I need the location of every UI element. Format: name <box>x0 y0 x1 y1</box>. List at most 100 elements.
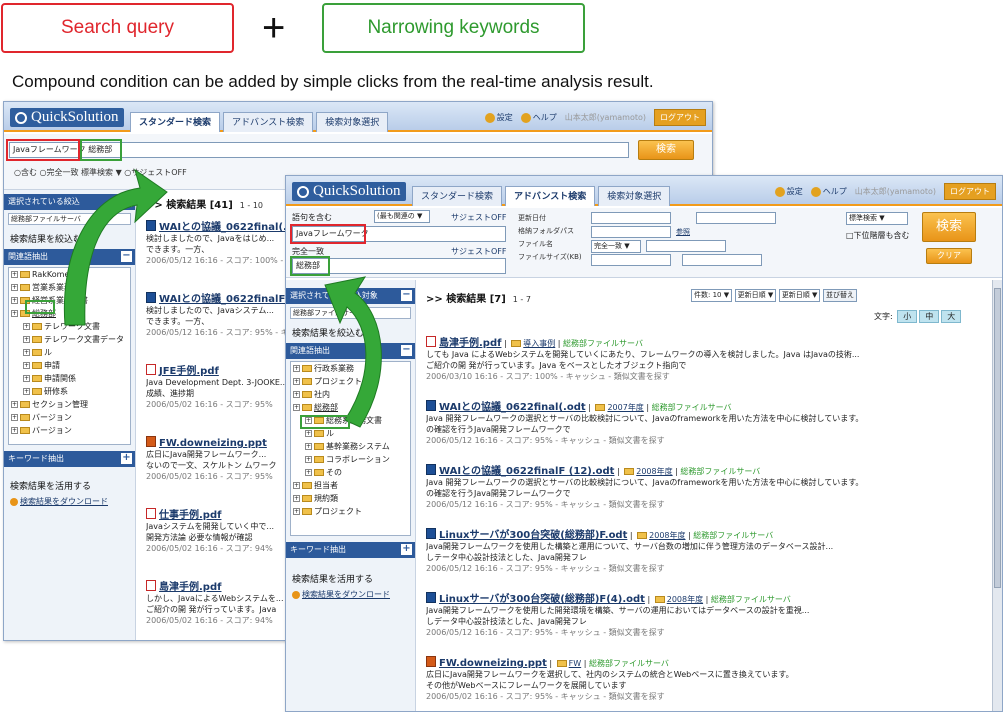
file-icon <box>426 400 436 411</box>
result-title-link[interactable]: 島津手例.pdf <box>159 582 221 593</box>
filename-input[interactable] <box>646 240 726 252</box>
result-title-link[interactable]: 仕事手例.pdf <box>159 510 221 521</box>
result-item: FW.downeizing.ppt | FW | 総務部ファイルサーバ 広日にJa… <box>426 656 986 702</box>
search-button[interactable]: 検索 <box>638 140 694 160</box>
expand-icon[interactable]: + <box>293 404 300 411</box>
expand-icon[interactable]: + <box>23 323 30 330</box>
tree-node[interactable]: + セクション管理 <box>9 398 130 411</box>
font-medium-button[interactable]: 中 <box>919 310 940 323</box>
expand-icon[interactable]: + <box>293 508 300 515</box>
tree-node[interactable]: + プロジェクト <box>291 505 410 518</box>
tree-node[interactable]: + 申請関係 <box>9 372 130 385</box>
expand-icon[interactable]: + <box>305 443 312 450</box>
suggest-off-link-2[interactable]: サジェストOFF <box>451 246 507 257</box>
expand-icon[interactable]: + <box>401 544 412 555</box>
sort-select-1[interactable]: 更新日順 ▼ <box>734 289 777 302</box>
expand-icon[interactable]: + <box>11 271 18 278</box>
date-to-input[interactable] <box>696 212 776 224</box>
settings-link[interactable]: 設定 <box>774 186 803 197</box>
expand-icon[interactable]: + <box>293 378 300 385</box>
tree-node[interactable]: + バージョン <box>9 424 130 437</box>
logout-button[interactable]: ログアウト <box>944 183 996 200</box>
expand-icon[interactable]: + <box>23 388 30 395</box>
result-title-link[interactable]: 島津手例.pdf <box>439 338 501 349</box>
result-title-link[interactable]: Linuxサーバが300台突破(総務部)F(4).odt <box>439 594 645 605</box>
file-icon <box>146 436 156 447</box>
download-results-link[interactable]: 検索結果をダウンロード <box>286 589 415 600</box>
include-sub-checkbox[interactable]: □下位階層も含む <box>846 230 910 241</box>
expand-icon[interactable]: + <box>11 414 18 421</box>
date-from-input[interactable] <box>591 212 671 224</box>
expand-icon[interactable]: + <box>293 365 300 372</box>
result-title-link[interactable]: WAIとの協議_0622finalF (12).odt <box>439 466 614 477</box>
result-folder-link[interactable]: 2008年度 <box>636 467 672 476</box>
expand-icon[interactable]: + <box>23 375 30 382</box>
tree-node[interactable]: + 基幹業務システム <box>291 440 410 453</box>
tree-node[interactable]: + ル <box>9 346 130 359</box>
tree-node[interactable]: + その <box>291 466 410 479</box>
filesize-max-input[interactable] <box>682 254 762 266</box>
suggest-off-link[interactable]: サジェストOFF <box>451 212 507 223</box>
display-count-select[interactable]: 件数: 10 ▼ <box>691 289 733 302</box>
result-folder-link[interactable]: 導入事例 <box>523 339 555 348</box>
filename-match-select[interactable]: 完全一致 ▼ <box>591 240 641 253</box>
font-small-button[interactable]: 小 <box>897 310 918 323</box>
tab-target[interactable]: 検索対象選択 <box>316 112 389 132</box>
folder-input[interactable] <box>591 226 671 238</box>
expand-icon[interactable]: + <box>11 297 18 304</box>
tree-node[interactable]: + 規約類 <box>291 492 410 505</box>
result-folder-link[interactable]: 2008年度 <box>667 595 703 604</box>
expand-icon[interactable]: + <box>293 495 300 502</box>
result-title-link[interactable]: Linuxサーバが300台突破(総務部)F.odt <box>439 530 627 541</box>
result-snippet: 広日にJava開発フレームワークを選択して、社内のシステムの統合とWebベースに… <box>426 670 794 679</box>
expand-icon[interactable]: + <box>305 430 312 437</box>
expand-icon[interactable]: + <box>11 310 18 317</box>
expand-icon[interactable]: + <box>23 336 30 343</box>
expand-icon[interactable]: + <box>305 456 312 463</box>
tab-target[interactable]: 検索対象選択 <box>598 186 671 206</box>
tree-node[interactable]: + コラボレーション <box>291 453 410 466</box>
result-title-link[interactable]: WAIとの協議_0622final(.odt <box>439 402 586 413</box>
result-title-link[interactable]: FW.downeizing.ppt <box>439 658 547 669</box>
search-mode-select[interactable]: 標準検索 ▼ <box>846 212 908 225</box>
result-title-link[interactable]: FW.downeizing.ppt <box>159 438 267 449</box>
expand-icon[interactable]: + <box>23 349 30 356</box>
tree-node[interactable]: + テレワーク文書データ <box>9 333 130 346</box>
logout-button[interactable]: ログアウト <box>654 109 706 126</box>
scrollbar[interactable] <box>992 280 1002 711</box>
tab-standard[interactable]: スタンダード検索 <box>412 186 503 206</box>
tree-node[interactable]: + バージョン <box>9 411 130 424</box>
filesize-min-input[interactable] <box>591 254 671 266</box>
reorder-button[interactable]: 並び替え <box>822 289 857 302</box>
expand-icon[interactable]: + <box>293 482 300 489</box>
settings-link[interactable]: 設定 <box>484 112 513 123</box>
expand-icon[interactable]: + <box>23 362 30 369</box>
narrow-keyword-source-highlight <box>25 300 55 314</box>
download-results-link[interactable]: 検索結果をダウンロード <box>4 496 135 507</box>
tree-node[interactable]: + 担当者 <box>291 479 410 492</box>
expand-icon[interactable]: + <box>121 453 132 464</box>
help-link[interactable]: ヘルプ <box>520 112 557 123</box>
tree-node[interactable]: + 申請 <box>9 359 130 372</box>
sort-select-2[interactable]: 更新日順 ▼ <box>778 289 821 302</box>
expand-icon[interactable]: + <box>11 427 18 434</box>
use-results-title: 検索結果を活用する <box>10 482 92 492</box>
tree-node[interactable]: + 研修系 <box>9 385 130 398</box>
mode-select[interactable]: (最も関連の ▼ <box>374 210 430 223</box>
result-title-link[interactable]: JFE手例.pdf <box>159 366 219 377</box>
expand-icon[interactable]: + <box>293 391 300 398</box>
search-button[interactable]: 検索 <box>922 212 976 242</box>
folder-browse-link[interactable]: 参照 <box>676 227 690 237</box>
clear-button[interactable]: クリア <box>926 248 972 264</box>
result-folder-link[interactable]: 2008年度 <box>649 531 685 540</box>
expand-icon[interactable]: + <box>11 401 18 408</box>
expand-icon[interactable]: + <box>11 284 18 291</box>
font-large-button[interactable]: 大 <box>941 310 962 323</box>
tab-standard[interactable]: スタンダード検索 <box>130 112 221 132</box>
tab-advanced[interactable]: アドバンスト検索 <box>223 112 314 132</box>
result-folder-link[interactable]: FW <box>569 659 582 668</box>
expand-icon[interactable]: + <box>305 469 312 476</box>
help-link[interactable]: ヘルプ <box>810 186 847 197</box>
result-folder-link[interactable]: 2007年度 <box>607 403 643 412</box>
tab-advanced[interactable]: アドバンスト検索 <box>505 186 596 206</box>
